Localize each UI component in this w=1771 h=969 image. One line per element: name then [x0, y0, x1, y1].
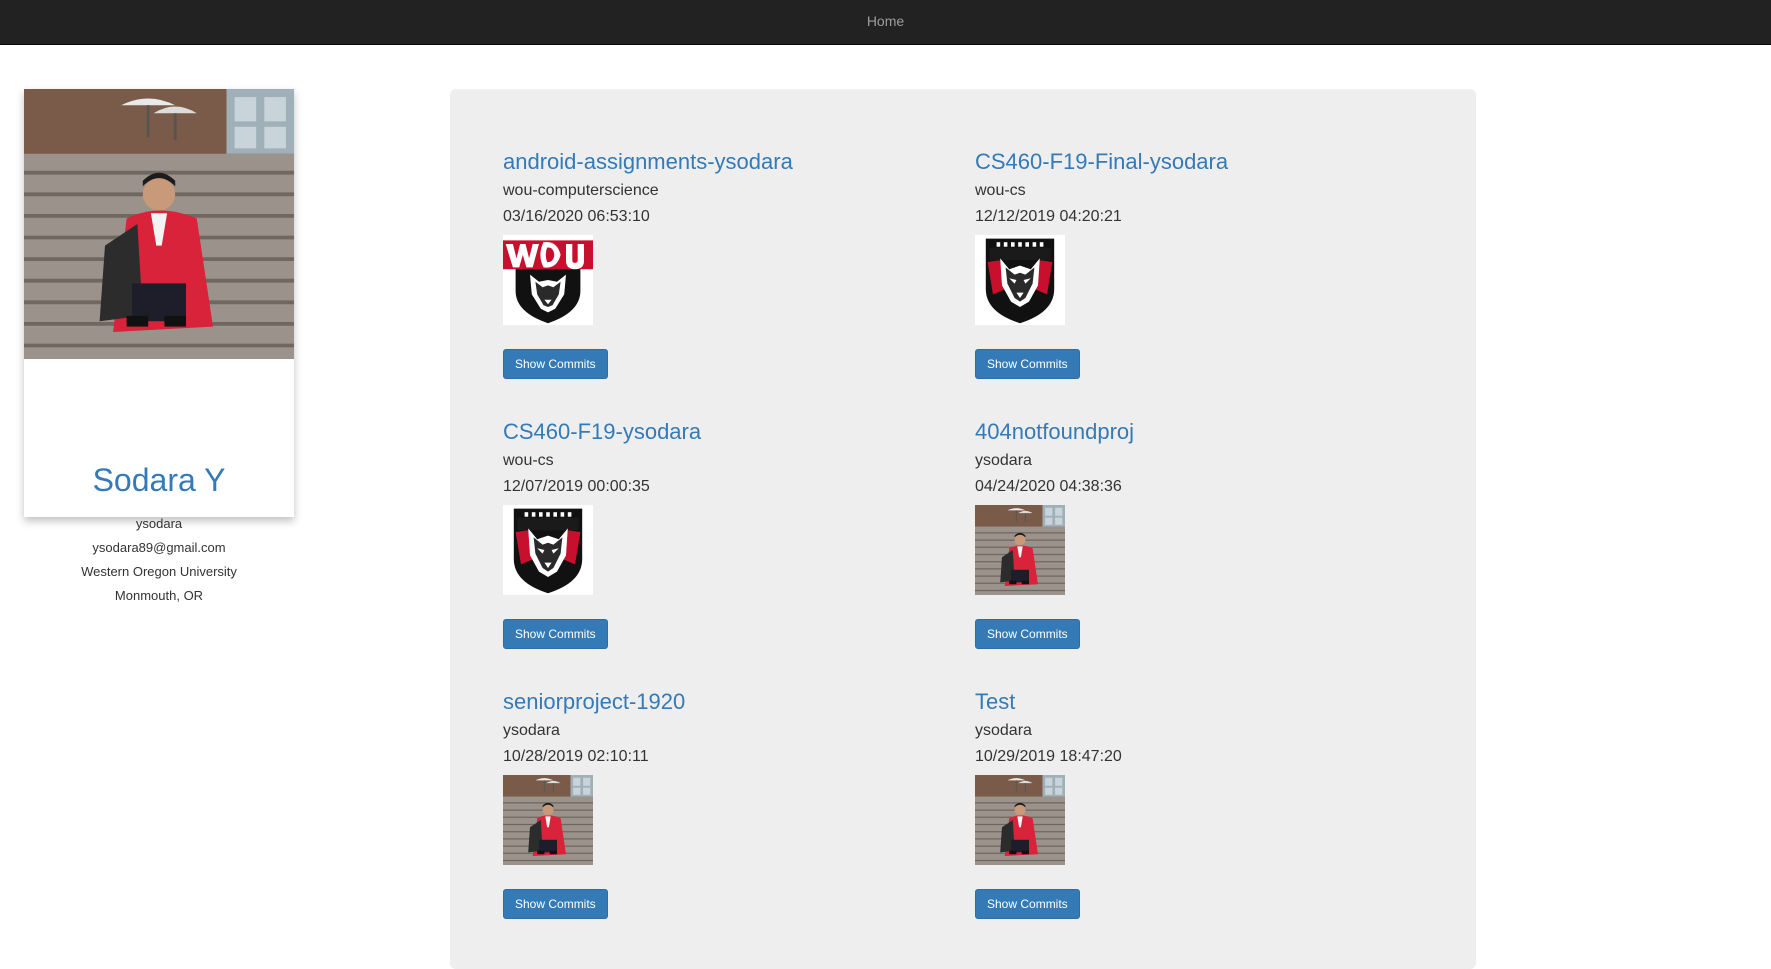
show-commits-button[interactable]: Show Commits	[975, 889, 1080, 919]
repo-date: 12/12/2019 04:20:21	[975, 208, 1122, 225]
repo-owner: ysodara	[503, 722, 560, 739]
show-commits-button[interactable]: Show Commits	[503, 349, 608, 379]
repo-owner-avatar	[975, 235, 1065, 325]
repo-title-link[interactable]: android-assignments-ysodara	[503, 149, 933, 175]
repo-owner: wou-cs	[503, 452, 554, 469]
show-commits-button[interactable]: Show Commits	[975, 349, 1080, 379]
repo-card: CS460-F19-Final-ysodara wou-cs 12/12/201…	[975, 149, 1405, 409]
repo-owner-avatar	[503, 775, 593, 865]
repo-title-link[interactable]: Test	[975, 689, 1405, 715]
repo-owner-avatar	[975, 775, 1065, 865]
repo-panel: android-assignments-ysodara wou-computer…	[450, 89, 1476, 969]
nav-home-container: Home	[0, 14, 1771, 28]
profile-name: Sodara Y	[92, 462, 226, 498]
nav-home-link[interactable]: Home	[867, 13, 904, 29]
top-navbar: Home	[0, 0, 1771, 45]
show-commits-button[interactable]: Show Commits	[503, 889, 608, 919]
repo-card: seniorproject-1920 ysodara 10/28/2019 02…	[503, 689, 933, 949]
repo-owner: ysodara	[975, 452, 1032, 469]
profile-info: ysodara ysodara89@gmail.com Western Oreg…	[24, 512, 294, 608]
repo-date: 04/24/2020 04:38:36	[975, 478, 1122, 495]
profile-school: Western Oregon University	[81, 564, 237, 579]
show-commits-button[interactable]: Show Commits	[503, 619, 608, 649]
repo-title-link[interactable]: 404notfoundproj	[975, 419, 1405, 445]
repo-title-link[interactable]: CS460-F19-ysodara	[503, 419, 933, 445]
profile-email: ysodara89@gmail.com	[92, 540, 226, 555]
show-commits-button[interactable]: Show Commits	[975, 619, 1080, 649]
repo-card: CS460-F19-ysodara wou-cs 12/07/2019 00:0…	[503, 419, 933, 679]
repo-date: 10/28/2019 02:10:11	[503, 748, 649, 765]
repo-card: Test ysodara 10/29/2019 18:47:20 Show Co…	[975, 689, 1405, 949]
repo-owner: wou-cs	[975, 182, 1026, 199]
repo-title-link[interactable]: seniorproject-1920	[503, 689, 933, 715]
repo-owner: wou-computerscience	[503, 182, 659, 199]
repo-owner: ysodara	[975, 722, 1032, 739]
profile-photo	[24, 89, 294, 359]
repo-title-link[interactable]: CS460-F19-Final-ysodara	[975, 149, 1405, 175]
repo-card: 404notfoundproj ysodara 04/24/2020 04:38…	[975, 419, 1405, 679]
profile-location: Monmouth, OR	[114, 588, 204, 603]
repo-date: 12/07/2019 00:00:35	[503, 478, 650, 495]
repo-owner-avatar	[503, 235, 593, 325]
repo-owner-avatar	[503, 505, 593, 595]
repo-date: 03/16/2020 06:53:10	[503, 208, 650, 225]
repo-date: 10/29/2019 18:47:20	[975, 748, 1122, 765]
profile-card: Sodara Y ysodara ysodara89@gmail.com Wes…	[24, 89, 294, 603]
repo-card: android-assignments-ysodara wou-computer…	[503, 149, 933, 409]
profile-username: ysodara	[135, 516, 183, 531]
repo-owner-avatar	[975, 505, 1065, 595]
